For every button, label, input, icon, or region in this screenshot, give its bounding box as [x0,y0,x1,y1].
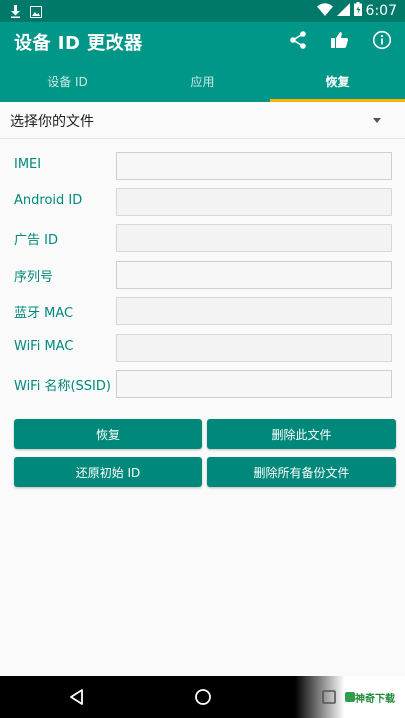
android-id-field[interactable] [116,188,392,216]
home-icon[interactable] [190,684,216,710]
wifi-ssid-label: WiFi 名称(SSID) [14,379,111,394]
restore-original-id-button[interactable]: 还原初始 ID [14,457,202,487]
android-id-label: Android ID [14,193,83,208]
ad-id-label: 广告 ID [14,233,58,248]
wifi-ssid-field[interactable] [116,370,392,398]
divider [0,138,405,139]
restore-button[interactable]: 恢复 [14,419,202,449]
file-select-label: 选择你的文件 [10,114,94,130]
download-icon [10,3,21,22]
field-row-wifi-ssid: WiFi 名称(SSID) [14,370,392,398]
app-title: 设备 ID 更改器 [14,33,143,54]
wifi-icon [316,2,333,20]
field-row-serial: 序列号 [14,261,392,289]
wifi-mac-field[interactable] [116,334,392,362]
app-bar: 设备 ID 更改器 [0,22,405,60]
status-bar: 6:07 [0,0,405,22]
bluetooth-mac-field[interactable] [116,297,392,325]
field-row-bluetooth-mac: 蓝牙 MAC [14,297,392,325]
tab-restore[interactable]: 恢复 [270,60,405,102]
signal-icon [336,2,350,20]
file-select-dropdown[interactable]: 选择你的文件 [0,104,405,138]
watermark-text: 神奇下载 [355,694,395,705]
imei-label: IMEI [14,157,42,172]
serial-label: 序列号 [14,270,54,285]
field-row-imei: IMEI [14,152,392,180]
ad-id-field[interactable] [116,224,392,252]
image-icon [30,3,42,22]
chevron-down-icon [373,118,381,123]
serial-field[interactable] [116,261,392,289]
tab-device-id[interactable]: 设备 ID [0,60,135,102]
delete-all-backups-button[interactable]: 删除所有备份文件 [207,457,396,487]
watermark-logo-icon [345,692,355,702]
bluetooth-mac-label: 蓝牙 MAC [14,306,74,321]
wifi-mac-label: WiFi MAC [14,339,74,354]
delete-file-button[interactable]: 删除此文件 [207,419,396,449]
recents-icon[interactable] [316,684,342,710]
thumbs-up-icon[interactable] [327,27,353,53]
field-row-wifi-mac: WiFi MAC [14,334,392,362]
field-row-ad-id: 广告 ID [14,224,392,252]
tab-apps[interactable]: 应用 [135,60,270,102]
battery-icon [353,2,362,20]
share-icon[interactable] [285,27,311,53]
status-time: 6:07 [365,3,397,19]
tab-bar: 设备 ID 应用 恢复 [0,60,405,102]
field-row-android-id: Android ID [14,188,392,216]
imei-field[interactable] [116,152,392,180]
info-icon[interactable] [369,27,395,53]
back-icon[interactable] [64,684,90,710]
